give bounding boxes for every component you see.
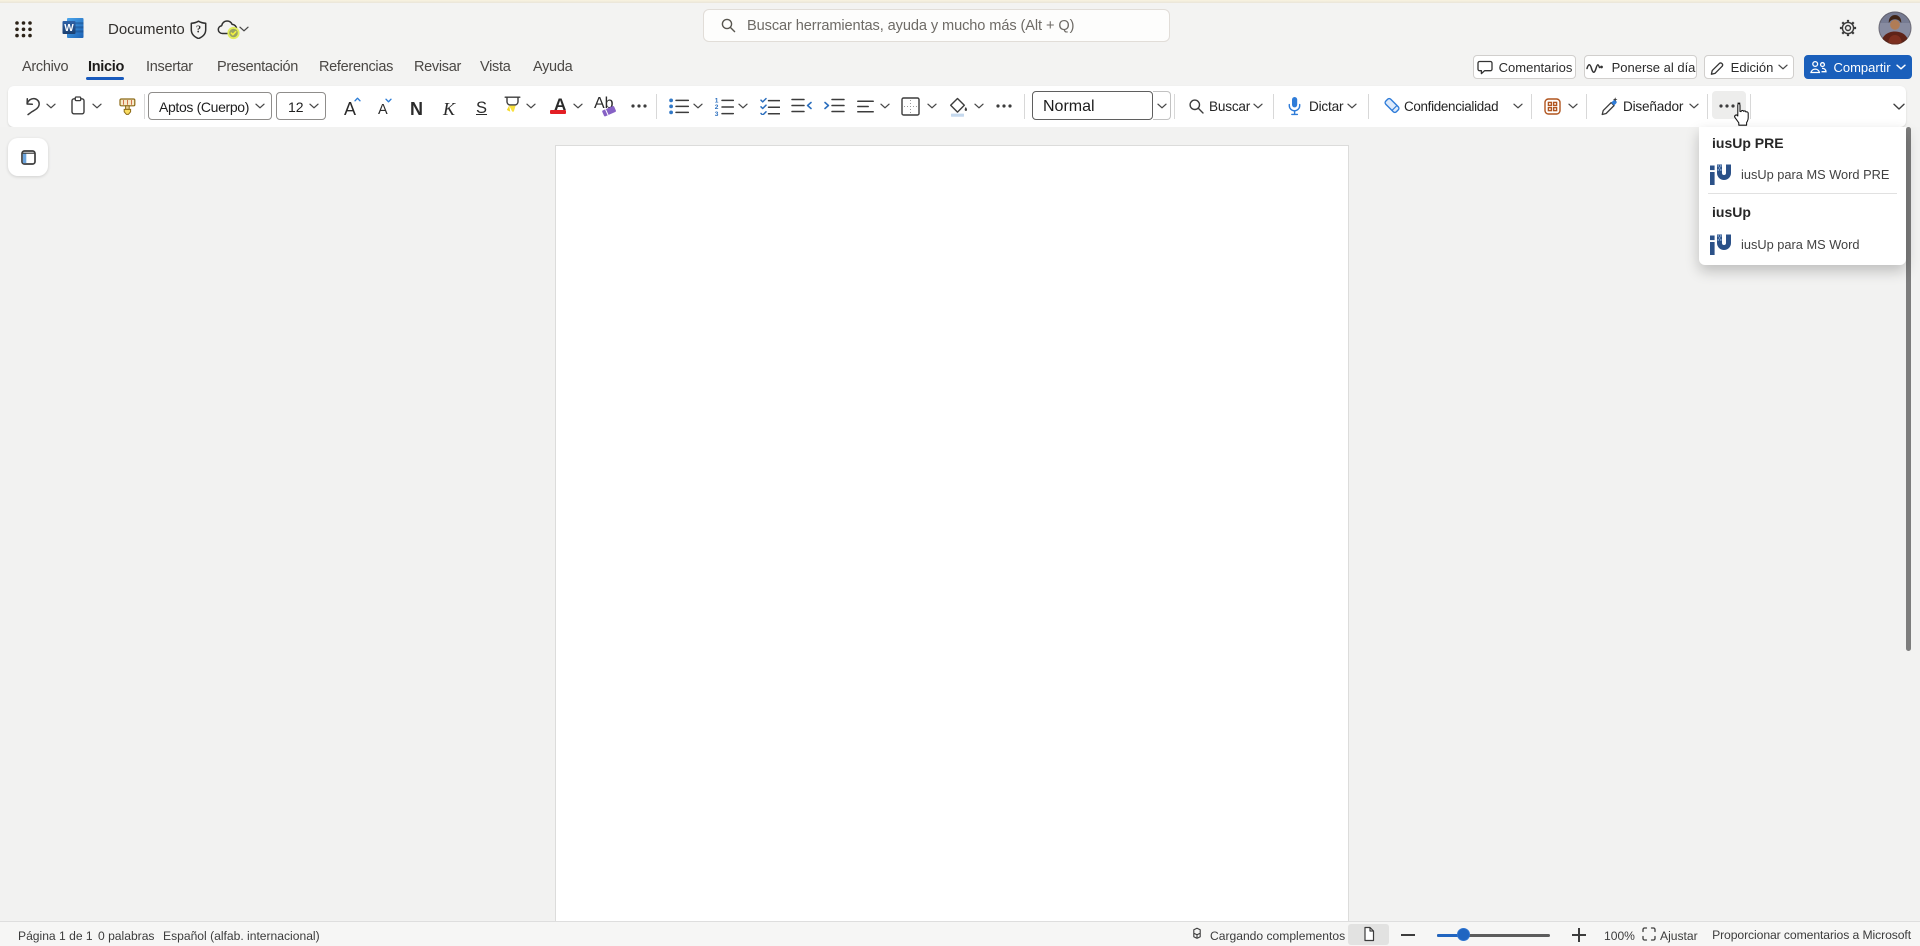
svg-text:W: W <box>64 23 74 34</box>
svg-text:?: ? <box>196 25 201 36</box>
svg-text:3: 3 <box>715 110 719 116</box>
